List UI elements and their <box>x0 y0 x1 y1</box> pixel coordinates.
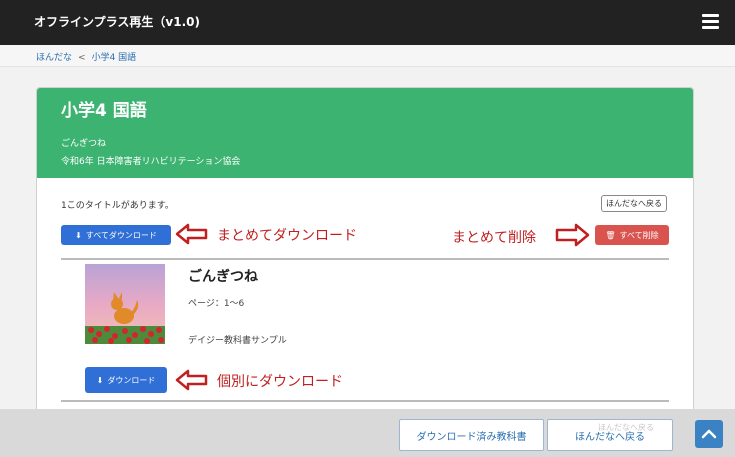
book-pages: ページ：1〜6 <box>188 299 245 309</box>
breadcrumb-current: 小学4 国語 <box>91 53 137 63</box>
app-title: オフラインプラス再生（v1.0) <box>34 15 200 29</box>
delete-all-button[interactable]: 🗑 すべて削除 <box>595 225 669 245</box>
breadcrumb: ほんだな < 小学4 国語 <box>36 50 136 63</box>
top-bar: オフラインプラス再生（v1.0) <box>0 0 735 45</box>
breadcrumb-separator: < <box>78 53 86 63</box>
book-cover-image[interactable] <box>85 264 165 344</box>
download-book-label: ダウンロード <box>107 375 156 385</box>
download-book-button[interactable]: ⬇ ダウンロード <box>85 367 167 393</box>
book-title[interactable]: ごんぎつね <box>188 266 258 286</box>
delete-all-label: すべて削除 <box>619 230 659 240</box>
download-icon: ⬇ <box>96 375 104 385</box>
annotation-delete-all: まとめて削除 <box>452 230 536 246</box>
trash-icon: 🗑 <box>605 230 616 240</box>
scroll-top-button[interactable] <box>695 420 723 448</box>
download-all-label: すべてダウンロード <box>85 230 157 240</box>
chevron-up-icon <box>701 429 717 439</box>
left-arrow-icon <box>175 369 208 391</box>
card-header: 小学4 国語 ごんぎつね 令和6年 日本障害者リハビリテーション協会 <box>37 88 693 178</box>
hamburger-icon[interactable] <box>702 14 719 29</box>
breadcrumb-bar: ほんだな < 小学4 国語 <box>0 45 735 67</box>
downloaded-textbooks-button[interactable]: ダウンロード済み教科書 <box>399 419 544 451</box>
annotation-download-one: 個別にダウンロード <box>217 374 343 390</box>
annotation-download-all: まとめてダウンロード <box>217 228 357 244</box>
title-count-text: 1このタイトルがあります。 <box>61 201 174 211</box>
textbook-card: 小学4 国語 ごんぎつね 令和6年 日本障害者リハビリテーション協会 1このタイ… <box>36 87 694 449</box>
ghost-back-text: ほんだなへ戻る <box>598 423 654 432</box>
breadcrumb-root-link[interactable]: ほんだな <box>36 53 72 63</box>
header-book-name: ごんぎつね <box>61 139 107 149</box>
right-arrow-icon <box>555 223 590 247</box>
divider <box>61 258 669 260</box>
grade-subject-title: 小学4 国語 <box>61 101 147 121</box>
left-arrow-icon <box>175 223 208 245</box>
divider <box>61 400 669 402</box>
download-icon: ⬇ <box>75 230 82 240</box>
book-sample-label: デイジー教科書サンプル <box>188 336 287 346</box>
back-to-shelf-button[interactable]: ほんだなへ戻る <box>601 195 667 212</box>
bottom-bar: ダウンロード済み教科書 ほんだなへ戻る ほんだなへ戻る <box>0 409 735 457</box>
header-publisher: 令和6年 日本障害者リハビリテーション協会 <box>61 157 241 167</box>
download-all-button[interactable]: ⬇ すべてダウンロード <box>61 225 171 245</box>
